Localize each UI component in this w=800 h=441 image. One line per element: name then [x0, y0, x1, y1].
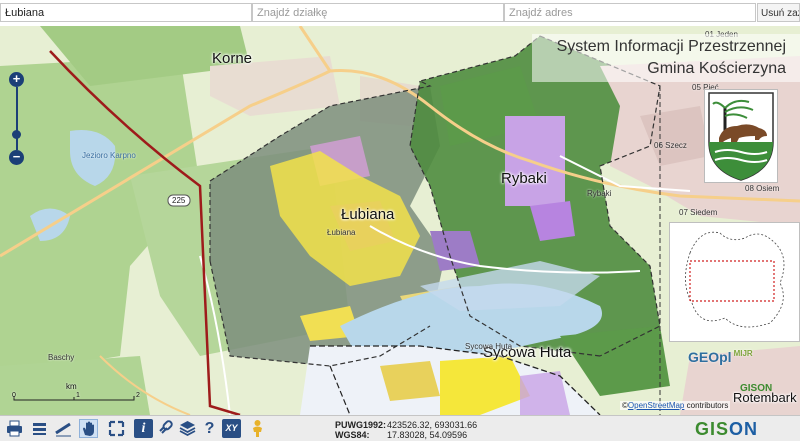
label-lubiana-small: Łubiana — [327, 228, 356, 237]
road-225-shield-label: 225 — [172, 196, 186, 205]
label-baschy: Baschy — [48, 353, 75, 362]
gmina-coat-of-arms-icon — [704, 89, 778, 183]
label-korne: Korne — [212, 50, 253, 67]
fullscreen-icon[interactable] — [107, 419, 126, 438]
gison-logo: GISON — [695, 419, 758, 440]
geopl-logo: GEOpl MIJR — [688, 349, 753, 365]
app-title-panel: System Informacji Przestrzennej Gmina Ko… — [532, 34, 800, 82]
pan-hand-icon[interactable] — [79, 419, 98, 438]
link-icon[interactable] — [156, 419, 175, 438]
layers-print-icon[interactable] — [30, 419, 49, 438]
label-lake-karpno: Jezioro Karpno — [82, 151, 136, 160]
person-icon[interactable] — [248, 419, 267, 438]
zoom-slider-handle[interactable] — [12, 130, 21, 139]
zoom-slider-track[interactable] — [16, 87, 18, 150]
gison-logo-blue: ON — [729, 419, 759, 439]
clear-selection-button[interactable]: Usuń zaznaczenie — [757, 3, 800, 22]
osm-attribution-link[interactable]: OpenStreetMap — [628, 401, 684, 410]
geopl-logo-small: MIJR — [733, 349, 753, 358]
search-bar: Usuń zaznaczenie — [0, 0, 800, 27]
zoom-out-button[interactable]: − — [9, 150, 24, 165]
label-sycowa-huta-small: Sycowa Huta — [465, 342, 513, 351]
xy-icon-label: XY — [225, 423, 238, 433]
zoom-in-button[interactable]: + — [9, 72, 24, 87]
wgs-label: WGS84: — [335, 430, 370, 440]
location-search-input[interactable] — [0, 3, 252, 22]
scale-bar: km 0 1 2 — [12, 382, 142, 404]
attribution-suffix: contributors — [684, 401, 729, 410]
address-search-input[interactable] — [504, 3, 756, 22]
wgs-value: 17.83028, 54.09596 — [387, 430, 468, 440]
parcel-search-input[interactable] — [252, 3, 504, 22]
label-07-siedem: 07 Siedem — [679, 208, 718, 217]
zoom-control: + − — [9, 72, 27, 170]
bottom-toolbar: i ? XY PUWG1992: 423526.32, 693031.66 WG… — [0, 415, 800, 441]
label-rybaki: Rybaki — [501, 170, 547, 187]
app-title-line2: Gmina Kościerzyna — [647, 60, 786, 77]
scale-tick-2: 2 — [136, 392, 140, 399]
map-view[interactable]: Korne Łubiana Łubiana Rybaki Rybaki Syco… — [0, 26, 800, 415]
map-attribution: ©OpenStreetMap contributors — [620, 401, 731, 410]
label-06-szecz: 06 Szecz — [654, 141, 687, 150]
scale-unit-label: km — [66, 382, 77, 391]
gison-map-logo: GISON — [740, 383, 773, 394]
print-icon[interactable] — [5, 419, 24, 438]
puwg-value: 423526.32, 693031.66 — [387, 420, 478, 430]
measure-icon[interactable] — [54, 419, 73, 438]
gison-logo-green: GIS — [695, 419, 730, 439]
info-icon[interactable]: i — [134, 419, 153, 438]
label-08-osiem: 08 Osiem — [745, 184, 780, 193]
scale-tick-1: 1 — [76, 392, 80, 399]
info-icon-label: i — [141, 421, 146, 436]
label-lubiana: Łubiana — [341, 206, 395, 223]
xy-icon[interactable]: XY — [222, 419, 241, 438]
geopl-logo-text: GEOpl — [688, 349, 732, 365]
label-rybaki-small: Rybaki — [587, 189, 612, 198]
app-title-line1: System Informacji Przestrzennej — [556, 38, 786, 55]
map-canvas — [0, 26, 800, 415]
overview-map[interactable] — [669, 222, 800, 342]
help-icon[interactable]: ? — [200, 419, 219, 438]
scale-tick-0: 0 — [12, 392, 16, 399]
layers-icon[interactable] — [178, 419, 197, 438]
puwg-label: PUWG1992: — [335, 420, 387, 430]
help-icon-label: ? — [204, 420, 215, 437]
